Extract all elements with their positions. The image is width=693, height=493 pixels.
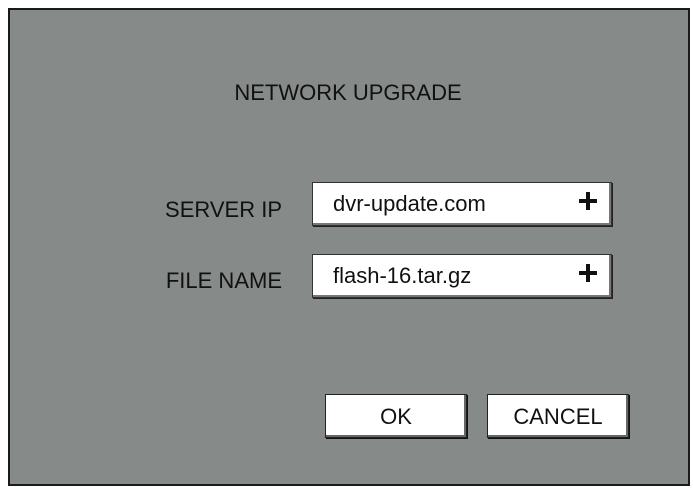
plus-icon[interactable] — [579, 192, 597, 210]
plus-icon[interactable] — [579, 264, 597, 282]
server-ip-field[interactable]: dvr-update.com — [312, 182, 612, 226]
dialog-title: NETWORK UPGRADE — [10, 80, 688, 106]
server-ip-value: dvr-update.com — [333, 191, 486, 216]
file-name-label: FILE NAME — [165, 268, 282, 293]
file-name-value: flash-16.tar.gz — [333, 263, 472, 288]
cancel-button[interactable]: CANCEL — [487, 394, 629, 438]
file-name-field[interactable]: flash-16.tar.gz — [312, 254, 612, 298]
dialog-title-text: NETWORK UPGRADE — [234, 80, 462, 105]
ok-button[interactable]: OK — [325, 394, 467, 438]
server-ip-label: SERVER IP — [165, 197, 282, 222]
network-upgrade-dialog: NETWORK UPGRADE SERVER IP dvr-update.com… — [8, 8, 690, 486]
